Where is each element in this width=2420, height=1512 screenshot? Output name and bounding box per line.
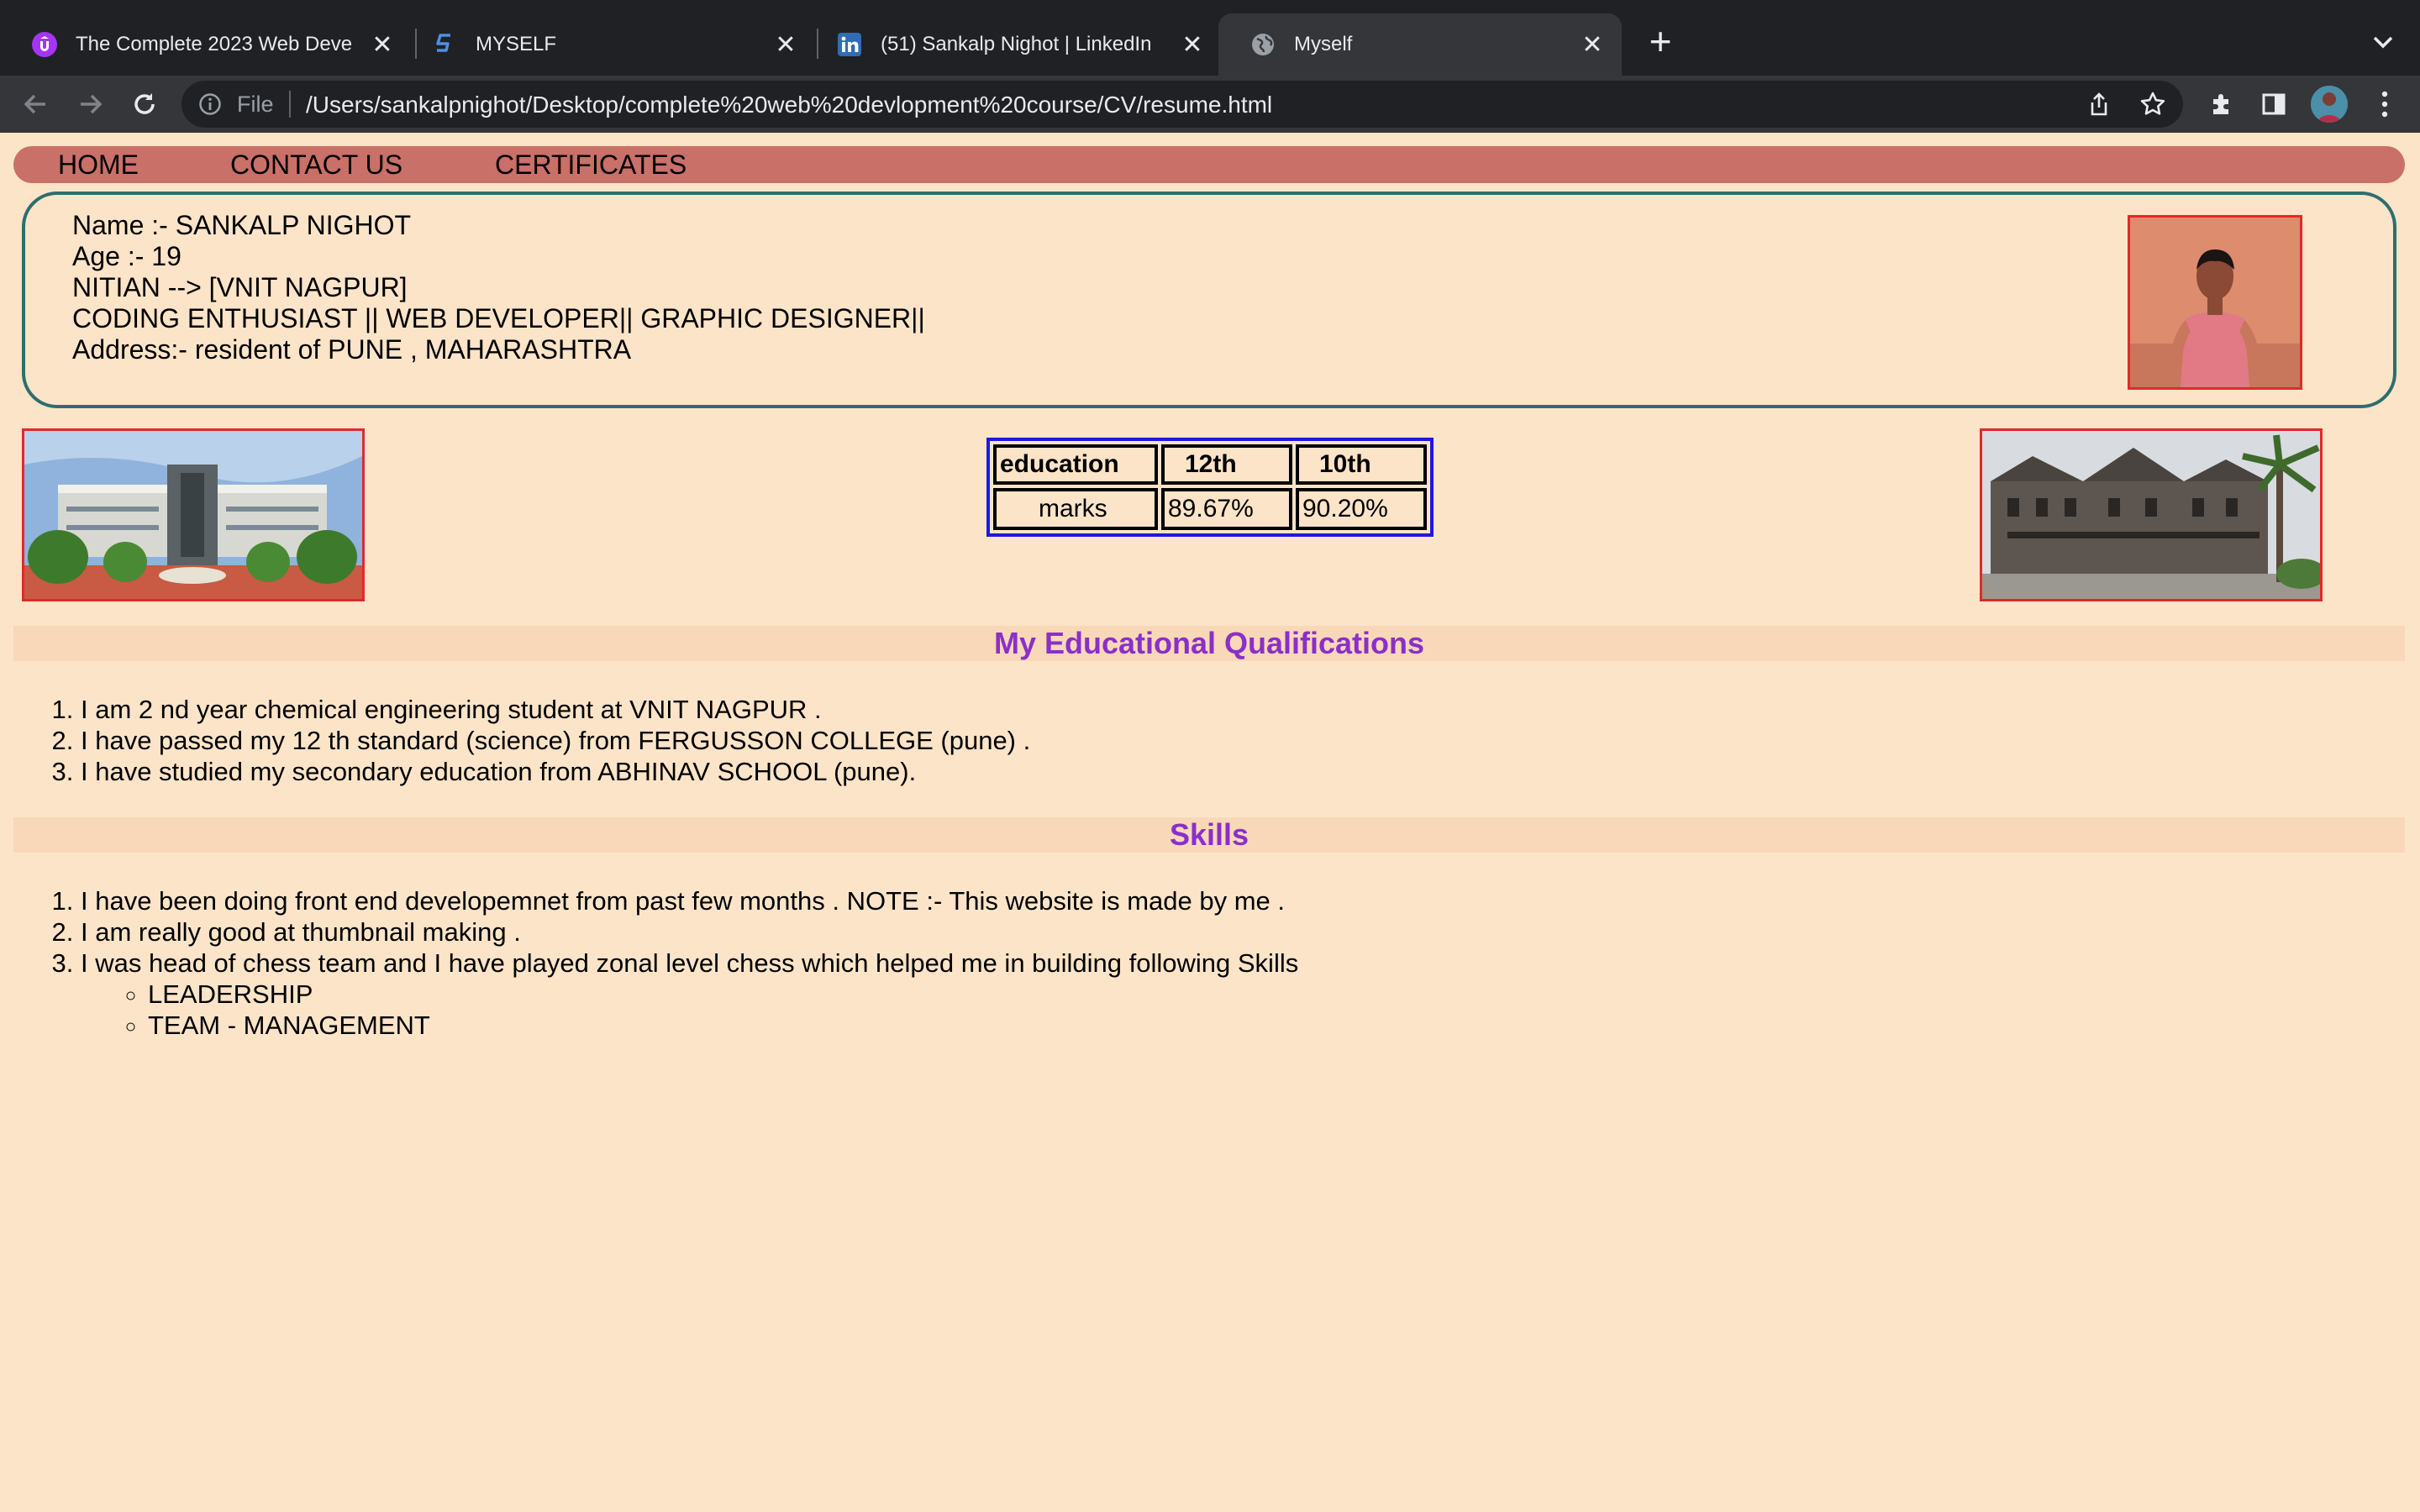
info-icon[interactable] — [198, 92, 222, 116]
fergusson-college-image — [1980, 428, 2323, 601]
nav-home-link[interactable]: HOME — [58, 150, 139, 181]
url-text[interactable]: /Users/sankalpnighot/Desktop/complete%20… — [306, 92, 1272, 118]
share-icon[interactable] — [2086, 91, 2112, 118]
profile-name: Name :- SANKALP NIGHOT — [72, 210, 412, 240]
udemy-icon — [32, 32, 57, 57]
address-divider — [289, 91, 291, 118]
tab-myself-caps[interactable]: MYSELF ✕ — [400, 13, 815, 76]
extensions-icon[interactable] — [2202, 84, 2242, 124]
nav-certificates-link[interactable]: CERTIFICATES — [495, 150, 687, 181]
back-icon[interactable] — [13, 82, 57, 126]
globe-icon — [1250, 32, 1276, 57]
sublist-item: TEAM - MANAGEMENT — [148, 1010, 1298, 1041]
chevron-down-icon[interactable] — [2366, 22, 2400, 62]
vnit-campus-image — [22, 428, 365, 601]
new-tab-icon[interactable]: + — [1642, 20, 1679, 62]
sublist-item: LEADERSHIP — [148, 979, 1298, 1010]
close-tab-icon[interactable]: ✕ — [773, 30, 798, 60]
tab-title: The Complete 2023 Web Deve — [76, 33, 353, 55]
profile-card: Name :- SANKALP NIGHOT Age :- 19 NITIAN … — [22, 192, 2396, 408]
skills-sublist: LEADERSHIP TEAM - MANAGEMENT — [81, 979, 1298, 1041]
qualifications-list: I am 2 nd year chemical engineering stud… — [47, 694, 1030, 787]
tab-myself-active[interactable]: Myself ✕ — [1218, 13, 1622, 76]
table-header-cell: education — [993, 444, 1158, 485]
list-item: I am 2 nd year chemical engineering stud… — [81, 694, 1030, 725]
nav-contact-link[interactable]: CONTACT US — [230, 150, 402, 181]
table-cell: marks — [993, 488, 1158, 530]
profile-institute: NITIAN --> [VNIT NAGPUR] — [72, 272, 408, 302]
list-item-text: I was head of chess team and I have play… — [81, 948, 1299, 978]
table-header-cell: 12th — [1161, 444, 1292, 485]
profile-age: Age :- 19 — [72, 241, 182, 271]
table-header-cell: 10th — [1296, 444, 1427, 485]
site-navbar: HOME CONTACT US CERTIFICATES — [13, 146, 2405, 183]
list-item: I have passed my 12 th standard (science… — [81, 725, 1030, 756]
profile-address: Address:- resident of PUNE , MAHARASHTRA — [72, 334, 632, 365]
list-item: I am really good at thumbnail making . — [81, 916, 1298, 948]
list-item: I have studied my secondary education fr… — [81, 756, 1030, 787]
marks-table: education 12th 10th marks 89.67% 90.20% — [986, 438, 1434, 537]
table-cell: 90.20% — [1296, 488, 1427, 530]
address-bar[interactable]: File /Users/sankalpnighot/Desktop/comple… — [182, 81, 2183, 128]
profile-avatar[interactable] — [2311, 86, 2348, 123]
list-item: I have been doing front end developemnet… — [81, 885, 1298, 916]
more-menu-icon[interactable] — [2365, 84, 2405, 124]
side-panel-icon[interactable] — [2254, 84, 2294, 124]
skills-list: I have been doing front end developemnet… — [47, 885, 1298, 1041]
close-tab-icon[interactable]: ✕ — [370, 30, 395, 60]
table-cell: 89.67% — [1161, 488, 1292, 530]
close-tab-icon[interactable]: ✕ — [1180, 30, 1205, 60]
browser-toolbar: File /Users/sankalpnighot/Desktop/comple… — [0, 76, 2420, 133]
forward-icon[interactable] — [69, 82, 113, 126]
s-logo-icon — [432, 32, 457, 57]
skills-heading: Skills — [13, 817, 2405, 853]
close-tab-icon[interactable]: ✕ — [1580, 30, 1605, 60]
tab-strip: The Complete 2023 Web Deve ✕ MYSELF ✕ (5… — [0, 0, 2420, 76]
tab-title: Myself — [1294, 33, 1353, 55]
bookmark-star-icon[interactable] — [2139, 91, 2166, 118]
tab-title: (51) Sankalp Nighot | LinkedIn — [881, 33, 1152, 55]
profile-photo — [2128, 215, 2302, 390]
qualifications-heading: My Educational Qualifications — [13, 626, 2405, 661]
profile-roles: CODING ENTHUSIAST || WEB DEVELOPER|| GRA… — [72, 303, 925, 333]
tab-udemy[interactable]: The Complete 2023 Web Deve ✕ — [0, 13, 412, 76]
reload-icon[interactable] — [123, 82, 166, 126]
tab-linkedin[interactable]: (51) Sankalp Nighot | LinkedIn ✕ — [805, 13, 1222, 76]
list-item: I was head of chess team and I have play… — [81, 948, 1298, 1041]
scheme-label: File — [237, 92, 274, 117]
linkedin-icon — [837, 32, 862, 57]
tab-title: MYSELF — [476, 33, 557, 55]
